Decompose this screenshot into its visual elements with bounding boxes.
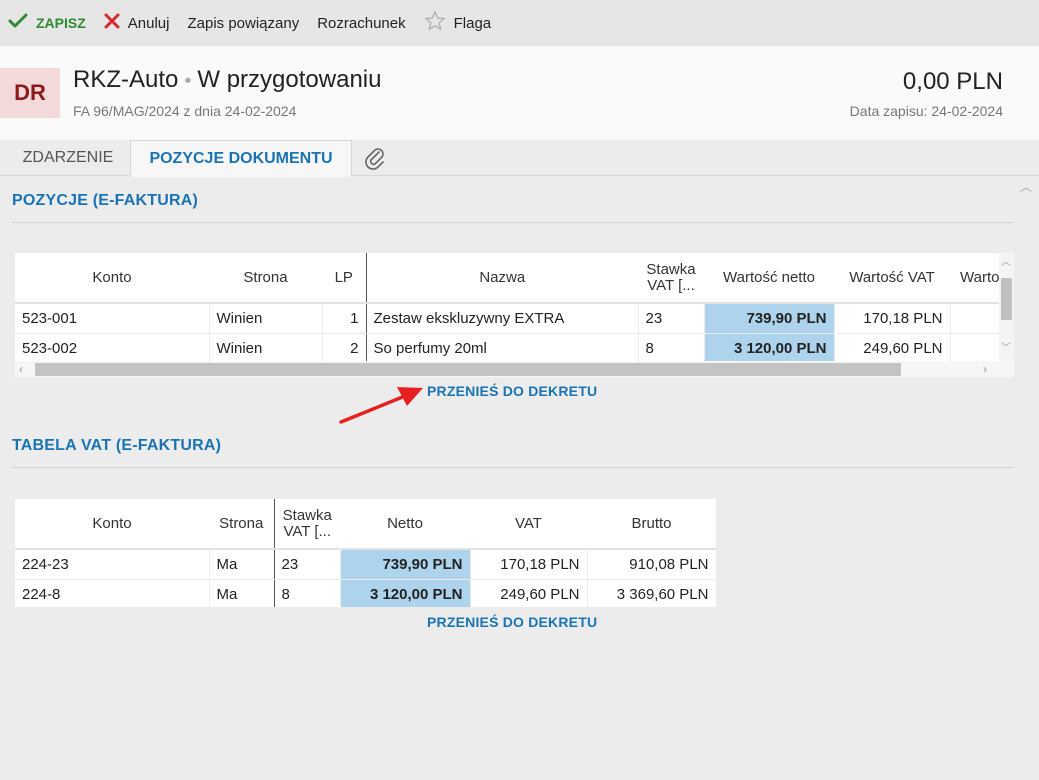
document-header: DR RKZ-Auto • W przygotowaniu FA 96/MAG/20…	[0, 46, 1039, 140]
col-vat[interactable]: VAT	[470, 499, 587, 550]
avatar: DR	[0, 68, 60, 118]
vat-divider	[12, 467, 1014, 468]
table-row[interactable]: 523-002 Winien 2 So perfumy 20ml 8 3 120…	[15, 333, 999, 361]
related-entry-button[interactable]: Zapis powiązany	[187, 8, 299, 38]
cell-lp[interactable]: 2	[322, 333, 367, 361]
tab-document-items[interactable]: POZYCJE DOKUMENTU	[130, 140, 352, 177]
cell-vat[interactable]: 249,60 PLN	[470, 579, 588, 607]
cell-vat-value[interactable]: 249,60 PLN	[834, 333, 951, 361]
cell-gross-value[interactable]: 3 3	[950, 333, 999, 361]
cell-vat-rate[interactable]: 23	[274, 549, 341, 580]
scroll-left-icon[interactable]: ‹	[19, 361, 23, 377]
col-net[interactable]: Netto	[340, 499, 470, 550]
cell-account[interactable]: 523-002	[15, 333, 210, 361]
cell-vat-rate[interactable]: 23	[638, 303, 705, 334]
vat-table: Konto Strona Stawka VAT [... Netto VAT B…	[15, 499, 716, 607]
positions-divider	[12, 222, 1014, 223]
cell-account[interactable]: 523-001	[15, 303, 210, 334]
cell-net-value[interactable]: 3 120,00 PLN	[704, 333, 835, 361]
cell-vat[interactable]: 170,18 PLN	[470, 549, 588, 580]
cell-net[interactable]: 3 120,00 PLN	[340, 579, 471, 607]
cell-net[interactable]: 739,90 PLN	[340, 549, 471, 580]
related-entry-label: Zapis powiązany	[187, 14, 300, 32]
tab-attachments[interactable]	[360, 140, 390, 176]
cell-gross[interactable]: 3 369,60 PLN	[587, 579, 716, 607]
vat-table-container: Konto Strona Stawka VAT [... Netto VAT B…	[15, 499, 716, 607]
col-name[interactable]: Nazwa	[366, 253, 638, 304]
cell-gross-value[interactable]: 9	[950, 303, 999, 334]
positions-vertical-scrollbar[interactable]: ︿ ﹀	[999, 253, 1014, 361]
cell-net-value[interactable]: 739,90 PLN	[704, 303, 835, 334]
positions-table: Konto Strona LP Nazwa Stawka VAT [... Wa…	[15, 253, 999, 361]
scroll-up-icon[interactable]: ︿	[1001, 253, 1011, 268]
star-icon	[424, 10, 446, 36]
cancel-button-label: Anuluj	[127, 14, 170, 32]
vat-section-title: TABELA VAT (E-FAKTURA)	[12, 437, 222, 454]
move-to-decree-link[interactable]: PRZENIEŚ DO DEKRETU	[427, 383, 597, 399]
col-vat-value[interactable]: Wartość VAT	[834, 253, 950, 304]
paperclip-icon	[364, 148, 386, 175]
col-account[interactable]: Konto	[15, 253, 209, 304]
cell-name[interactable]: So perfumy 20ml	[366, 333, 639, 361]
col-vat-rate[interactable]: Stawka VAT [...	[274, 499, 340, 550]
cell-account[interactable]: 224-23	[15, 549, 210, 580]
col-account[interactable]: Konto	[15, 499, 209, 550]
table-row[interactable]: 523-001 Winien 1 Zestaw ekskluzywny EXTR…	[15, 303, 999, 334]
settlement-button[interactable]: Rozrachunek	[317, 8, 405, 38]
cell-gross[interactable]: 910,08 PLN	[587, 549, 716, 580]
tab-bar: ZDARZENIE POZYCJE DOKUMENTU	[0, 140, 1039, 177]
x-icon	[104, 13, 120, 33]
document-amount: 0,00 PLN	[902, 68, 1003, 95]
save-button-label: ZAPISZ	[36, 15, 86, 31]
vat-header-row: Konto Strona Stawka VAT [... Netto VAT B…	[15, 499, 716, 550]
flag-label: Flaga	[453, 14, 492, 32]
col-side[interactable]: Strona	[209, 499, 275, 550]
separator-dot: •	[184, 70, 192, 92]
save-button[interactable]: ZAPISZ	[8, 8, 86, 38]
check-icon	[8, 12, 28, 34]
col-side[interactable]: Strona	[209, 253, 322, 304]
cancel-button[interactable]: Anuluj	[104, 8, 170, 38]
col-gross[interactable]: Brutto	[587, 499, 716, 550]
col-net-value[interactable]: Wartość netto	[704, 253, 834, 304]
cell-side[interactable]: Winien	[209, 303, 323, 334]
cell-name[interactable]: Zestaw ekskluzywny EXTRA	[366, 303, 639, 334]
table-row[interactable]: 224-23 Ma 23 739,90 PLN 170,18 PLN 910,0…	[15, 549, 716, 580]
move-to-decree-link-vat[interactable]: PRZENIEŚ DO DEKRETU	[427, 614, 597, 630]
col-lp[interactable]: LP	[322, 253, 367, 304]
cell-vat-rate[interactable]: 8	[638, 333, 705, 361]
document-name: RKZ-Auto	[73, 66, 179, 93]
settlement-label: Rozrachunek	[317, 14, 406, 32]
document-subtitle: FA 96/MAG/2024 z dnia 24-02-2024	[73, 103, 297, 119]
table-row[interactable]: 224-8 Ma 8 3 120,00 PLN 249,60 PLN 3 369…	[15, 579, 716, 607]
document-status: W przygotowaniu	[197, 66, 382, 93]
annotation-arrow-icon	[339, 387, 423, 424]
cell-vat-rate[interactable]: 8	[274, 579, 341, 607]
page-title: RKZ-Auto • W przygotowaniu	[73, 66, 381, 94]
cell-side[interactable]: Ma	[209, 579, 275, 607]
page-scroll-up-icon[interactable]: ︿	[1020, 178, 1032, 195]
vertical-scroll-thumb[interactable]	[1001, 278, 1012, 320]
positions-header-row: Konto Strona LP Nazwa Stawka VAT [... Wa…	[15, 253, 999, 304]
col-gross-value[interactable]: Warto	[950, 253, 999, 304]
tab-event[interactable]: ZDARZENIE	[8, 140, 128, 176]
save-date: Data zapisu: 24-02-2024	[849, 103, 1003, 119]
flag-button[interactable]: Flaga	[424, 8, 492, 38]
positions-horizontal-scrollbar[interactable]: ‹ ›	[15, 361, 1014, 377]
cell-account[interactable]: 224-8	[15, 579, 210, 607]
scroll-down-icon[interactable]: ﹀	[1001, 339, 1011, 354]
positions-table-container: Konto Strona LP Nazwa Stawka VAT [... Wa…	[15, 253, 999, 361]
toolbar: ZAPISZ Anuluj Zapis powiązany Rozrachune…	[0, 0, 1039, 46]
scroll-right-icon[interactable]: ›	[983, 361, 987, 377]
cell-vat-value[interactable]: 170,18 PLN	[834, 303, 951, 334]
cell-side[interactable]: Winien	[209, 333, 323, 361]
col-vat-rate[interactable]: Stawka VAT [...	[638, 253, 704, 304]
horizontal-scroll-thumb[interactable]	[35, 363, 901, 376]
cell-side[interactable]: Ma	[209, 549, 275, 580]
positions-section-title: POZYCJE (E-FAKTURA)	[12, 192, 199, 209]
cell-lp[interactable]: 1	[322, 303, 367, 334]
